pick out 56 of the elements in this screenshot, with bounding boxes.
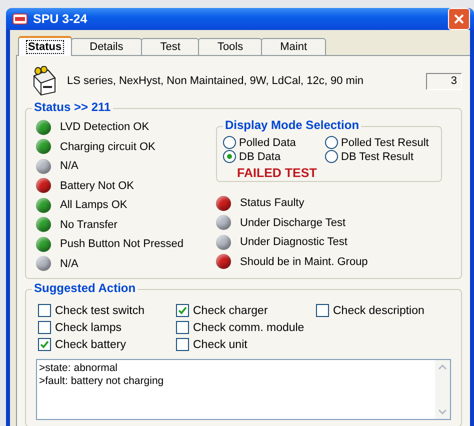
sign-icon (12, 13, 28, 25)
emergency-light-icon (31, 66, 57, 96)
radio-button[interactable] (223, 136, 236, 149)
result-label: FAILED TEST (237, 166, 317, 180)
group-title: Suggested Action (32, 281, 138, 295)
radio-label: DB Test Result (341, 150, 414, 162)
radio-option[interactable]: Polled Data (223, 136, 325, 149)
count-field: 3 (426, 72, 462, 90)
checkbox[interactable] (38, 304, 51, 317)
checkbox-label: Check test switch (55, 304, 144, 316)
checkbox[interactable] (176, 304, 189, 317)
radio-option[interactable]: DB Test Result (325, 150, 433, 163)
group-title: Display Mode Selection (223, 118, 362, 132)
radio-button[interactable] (223, 150, 236, 163)
checkbox[interactable] (38, 321, 51, 334)
close-button[interactable] (448, 8, 470, 30)
status-label: Under Discharge Test (240, 216, 346, 229)
checkbox-label: Check description (333, 304, 424, 316)
tab[interactable]: Tools (198, 38, 262, 56)
status-label: N/A (60, 258, 78, 270)
status-label: All Lamps OK (60, 199, 128, 212)
status-label: Charging circuit OK (60, 140, 156, 153)
tab[interactable]: Status (18, 36, 72, 56)
status-label: Status Faulty (240, 197, 304, 210)
radio-button[interactable] (325, 150, 338, 163)
radio-label: Polled Data (239, 136, 296, 148)
checkbox-label: Check lamps (55, 322, 122, 334)
radio-label: DB Data (239, 150, 281, 162)
checkbox[interactable] (38, 338, 51, 351)
device-description: LS series, NexHyst, Non Maintained, 9W, LdCal, 12c, 90 min (67, 75, 365, 87)
status-label: Push Button Not Pressed (60, 238, 184, 250)
status-label: Battery Not OK (60, 180, 134, 192)
tab[interactable]: Test (141, 38, 200, 56)
checkbox[interactable] (316, 304, 329, 317)
checkbox-label: Check battery (55, 338, 126, 350)
checkbox-label: Check unit (193, 338, 248, 350)
radio-option[interactable]: DB Data (223, 150, 325, 163)
checkbox[interactable] (176, 321, 189, 334)
close-icon (454, 14, 464, 24)
checkbox-label: Check charger (193, 304, 268, 316)
status-label: N/A (60, 160, 78, 172)
status-label: LVD Detection OK (60, 121, 150, 134)
status-label: Should be in Maint. Group (240, 256, 368, 268)
log-field[interactable]: >state: abnormal >fault: battery not charging (36, 359, 451, 420)
radio-label: Polled Test Result (341, 136, 429, 148)
group-title: Status >> 211 (32, 100, 113, 114)
status-label: No Transfer (60, 218, 118, 231)
checkbox[interactable] (176, 338, 189, 351)
tab[interactable]: Details (70, 38, 142, 56)
checkbox-label: Check comm. module (193, 322, 304, 334)
radio-button[interactable] (325, 136, 338, 149)
radio-option[interactable]: Polled Test Result (325, 136, 433, 149)
log-text: >state: abnormal >fault: battery not charging (38, 361, 165, 389)
window-title: SPU 3-24 (33, 12, 88, 26)
tab[interactable]: Maint (261, 38, 326, 56)
status-label: Under Diagnostic Test (240, 236, 348, 248)
